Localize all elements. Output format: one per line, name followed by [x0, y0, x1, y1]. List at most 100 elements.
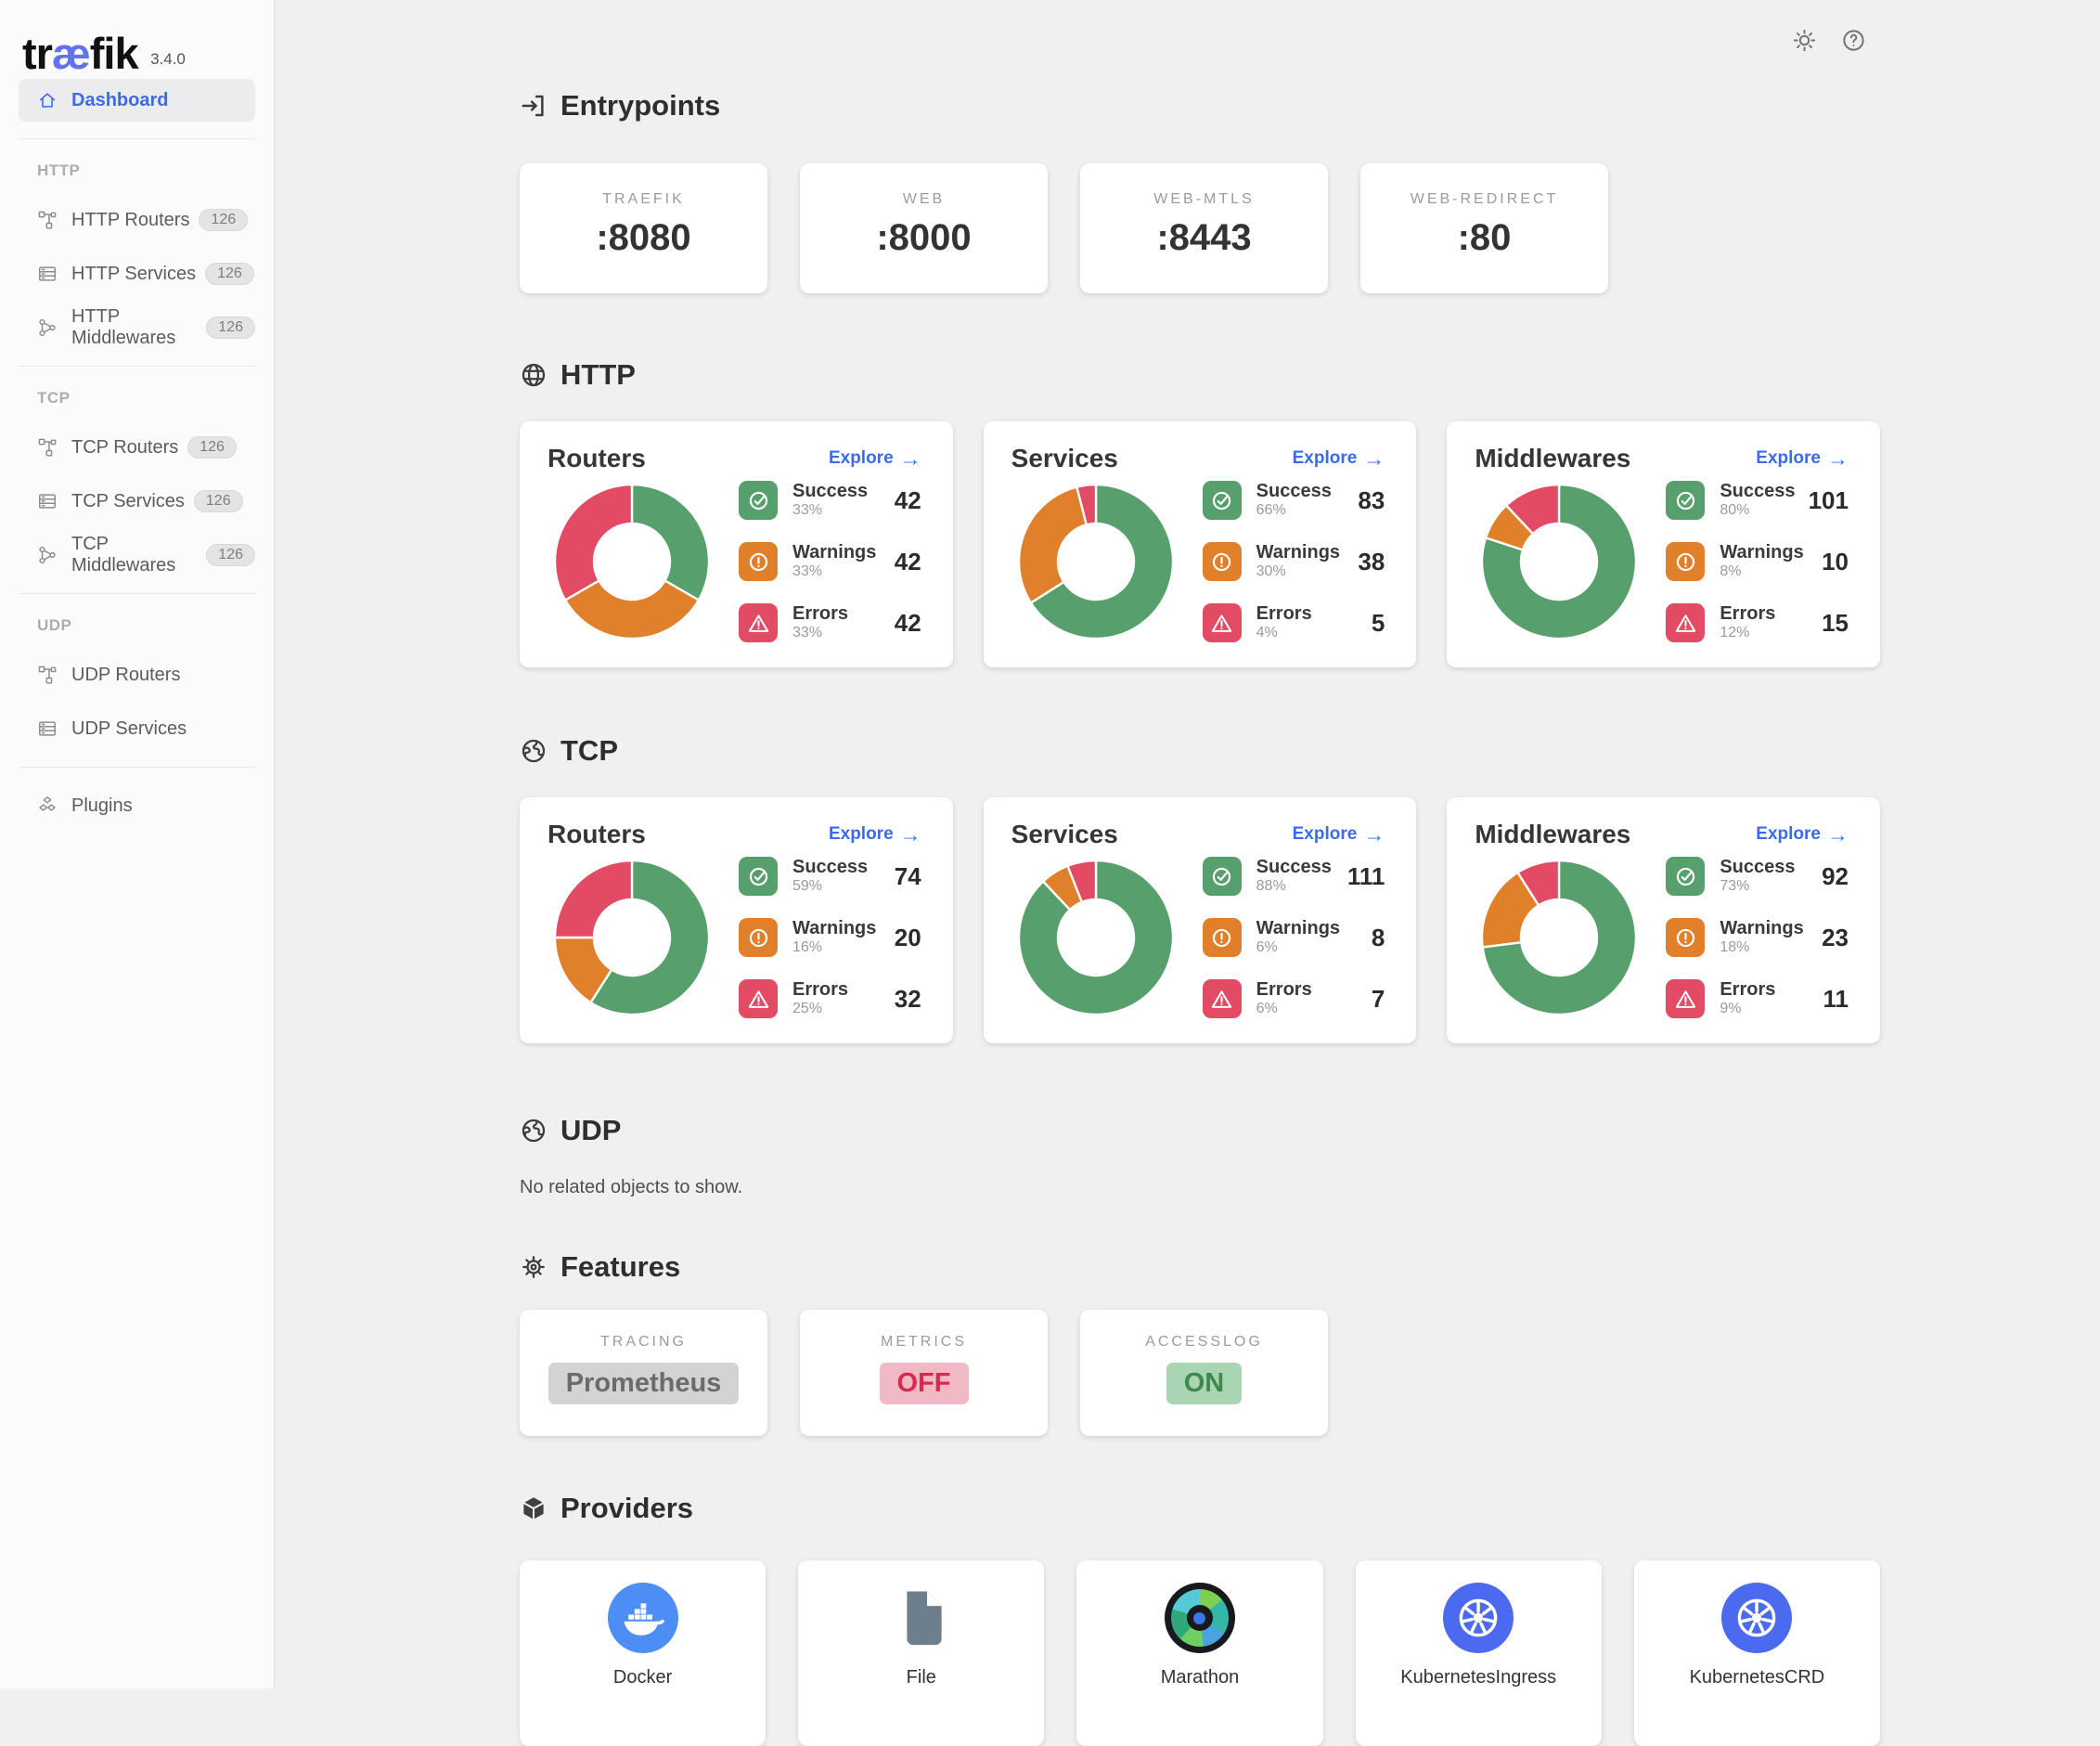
entrypoint-port: :80 [1360, 217, 1608, 259]
arrow-right-icon: → [1827, 824, 1849, 846]
explore-link[interactable]: Explore→ [1756, 824, 1849, 846]
success-icon [1203, 481, 1242, 520]
sidebar-section-tcp: TCP [37, 389, 274, 407]
feature-value-chip: OFF [880, 1363, 969, 1404]
warning-icon [739, 542, 778, 581]
main-content: Entrypoints TRAEFIK :8080 WEB :8000 WEB-… [275, 0, 2100, 1688]
arrow-right-icon: → [900, 448, 921, 470]
arrow-right-icon: → [1363, 448, 1385, 470]
count-badge: 126 [194, 490, 243, 512]
donut-chart [553, 859, 711, 1016]
donut-chart [1017, 859, 1175, 1016]
stat-row-warnings: Warnings6% 8 [1203, 918, 1385, 957]
app-logo: træfik 3.4.0 [0, 0, 274, 79]
warning-icon [1203, 918, 1242, 957]
donut-chart [1480, 859, 1638, 1016]
marathon-icon [1165, 1583, 1235, 1653]
provider-card-kubernetescrd: KubernetesCRD [1634, 1560, 1880, 1746]
warning-icon [1203, 542, 1242, 581]
sidebar-item-udp-routers[interactable]: UDP Routers [19, 653, 255, 696]
divider [19, 138, 255, 139]
services-icon [37, 491, 58, 511]
card-title: Services [1011, 444, 1118, 473]
card-title: Middlewares [1475, 444, 1630, 473]
error-icon [739, 979, 778, 1018]
earth-icon [520, 737, 548, 765]
routers-icon [37, 437, 58, 458]
stat-row-success: Success88% 111 [1203, 857, 1385, 896]
logo-ae: æ [52, 29, 90, 78]
globe-icon [520, 361, 548, 389]
feature-value-chip: ON [1166, 1363, 1243, 1404]
success-icon [739, 481, 778, 520]
features-heading: Features [520, 1250, 1880, 1284]
udp-heading: UDP [520, 1114, 1880, 1147]
http-middlewares-card: Middlewares Explore→ Success80% 101 Warn… [1447, 421, 1880, 667]
stat-row-warnings: Warnings16% 20 [739, 918, 921, 957]
stat-row-warnings: Warnings30% 38 [1203, 542, 1385, 581]
sun-icon[interactable] [1792, 28, 1817, 53]
help-icon[interactable] [1841, 28, 1866, 53]
provider-card-kubernetesingress: KubernetesIngress [1356, 1560, 1602, 1746]
stat-row-warnings: Warnings33% 42 [739, 542, 921, 581]
entrypoint-port: :8443 [1080, 217, 1328, 259]
entrypoints-heading: Entrypoints [520, 89, 1880, 123]
sidebar-item-http-services[interactable]: HTTP Services 126 [19, 252, 255, 295]
tcp-middlewares-card: Middlewares Explore→ Success73% 92 Warni… [1447, 797, 1880, 1043]
provider-card-marathon: Marathon [1076, 1560, 1322, 1746]
app-version: 3.4.0 [150, 50, 186, 68]
card-title: Routers [548, 444, 646, 473]
http-services-card: Services Explore→ Success66% 83 Warnings… [984, 421, 1417, 667]
entrypoint-card-traefik: TRAEFIK :8080 [520, 163, 767, 293]
sidebar-item-tcp-middlewares[interactable]: TCP Middlewares 126 [19, 534, 255, 576]
explore-link[interactable]: Explore→ [1756, 448, 1849, 470]
http-routers-card: Routers Explore→ Success33% 42 Warnings3… [520, 421, 953, 667]
sidebar-item-dashboard[interactable]: Dashboard [19, 79, 255, 122]
entrypoint-card-web-redirect: WEB-REDIRECT :80 [1360, 163, 1608, 293]
tcp-heading: TCP [520, 734, 1880, 768]
error-icon [1666, 979, 1705, 1018]
entrypoint-port: :8000 [800, 217, 1048, 259]
count-badge: 126 [206, 544, 255, 566]
explore-link[interactable]: Explore→ [829, 448, 921, 470]
services-icon [37, 264, 58, 284]
count-badge: 126 [205, 263, 254, 285]
warning-icon [739, 918, 778, 957]
success-icon [739, 857, 778, 896]
error-icon [739, 603, 778, 642]
sidebar-item-udp-services[interactable]: UDP Services [19, 707, 255, 750]
error-icon [1203, 603, 1242, 642]
divider [19, 767, 255, 768]
services-icon [37, 718, 58, 739]
sidebar-item-tcp-routers[interactable]: TCP Routers 126 [19, 426, 255, 469]
stat-row-success: Success80% 101 [1666, 481, 1849, 520]
entrypoints-grid: TRAEFIK :8080 WEB :8000 WEB-MTLS :8443 W… [520, 163, 1880, 293]
explore-link[interactable]: Explore→ [1293, 824, 1385, 846]
earth-icon [520, 1117, 548, 1145]
home-icon [37, 90, 58, 110]
sidebar-item-http-middlewares[interactable]: HTTP Middlewares 126 [19, 306, 255, 349]
sidebar-item-tcp-services[interactable]: TCP Services 126 [19, 480, 255, 523]
provider-card-file: File [798, 1560, 1044, 1746]
kubernetes-icon [1721, 1583, 1792, 1653]
feature-card-tracing: TRACING Prometheus [520, 1310, 767, 1436]
stat-row-success: Success73% 92 [1666, 857, 1849, 896]
card-title: Services [1011, 820, 1118, 849]
sidebar-item-label: Dashboard [71, 90, 168, 111]
arrow-right-icon: → [1363, 824, 1385, 846]
sidebar-item-http-routers[interactable]: HTTP Routers 126 [19, 199, 255, 241]
routers-icon [37, 665, 58, 685]
count-badge: 126 [187, 436, 237, 459]
explore-link[interactable]: Explore→ [829, 824, 921, 846]
routers-icon [37, 210, 58, 230]
entrypoint-port: :8080 [520, 217, 767, 259]
stat-row-success: Success59% 74 [739, 857, 921, 896]
sidebar-item-plugins[interactable]: Plugins [19, 784, 255, 827]
features-grid: TRACING Prometheus METRICS OFF ACCESSLOG… [520, 1310, 1880, 1436]
explore-link[interactable]: Explore→ [1293, 448, 1385, 470]
providers-heading: Providers [520, 1492, 1880, 1525]
divider [19, 366, 255, 367]
http-heading: HTTP [520, 358, 1880, 392]
entrypoint-card-web: WEB :8000 [800, 163, 1048, 293]
feature-value-chip: Prometheus [548, 1363, 740, 1404]
